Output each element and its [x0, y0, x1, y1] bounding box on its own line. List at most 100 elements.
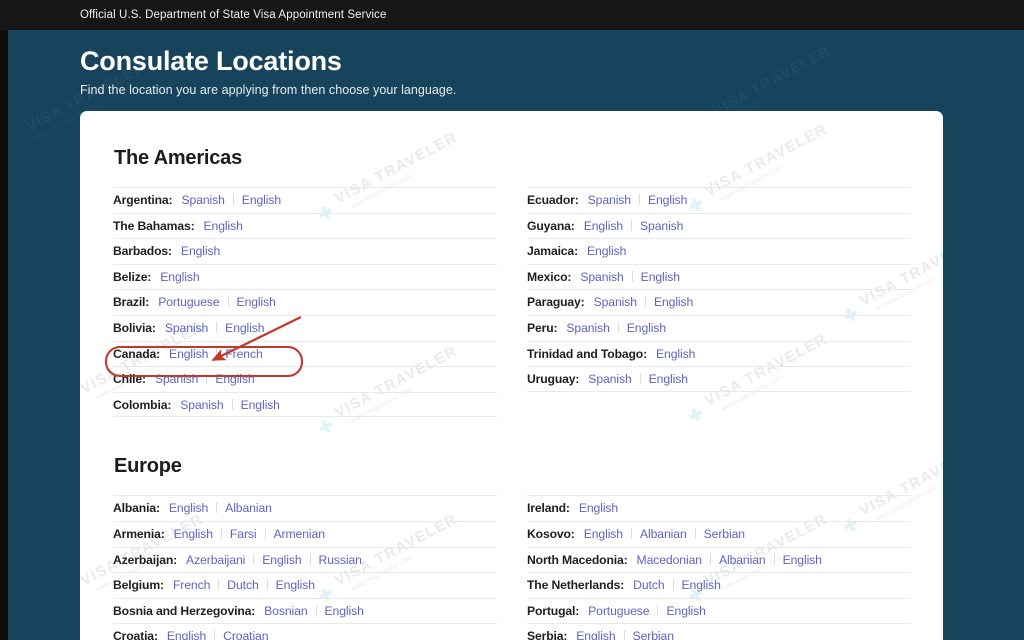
- language-link[interactable]: French: [171, 578, 218, 592]
- language-link[interactable]: English: [582, 527, 631, 541]
- language-link[interactable]: English: [574, 629, 623, 640]
- locations-card: The AmericasArgentina:SpanishEnglishThe …: [80, 111, 943, 640]
- region-columns: Argentina:SpanishEnglishThe Bahamas:Engl…: [113, 187, 910, 417]
- country-row: Croatia: EnglishCroatian: [113, 623, 497, 640]
- language-link[interactable]: English: [674, 578, 729, 592]
- language-list: FrenchDutchEnglish: [171, 578, 323, 592]
- language-list: BosnianEnglish: [262, 604, 372, 618]
- country-row: North Macedonia:MacedonianAlbanianEnglis…: [527, 547, 911, 573]
- language-link[interactable]: Spanish: [586, 372, 639, 386]
- language-link[interactable]: Albanian: [217, 501, 280, 515]
- language-link[interactable]: English: [158, 270, 207, 284]
- country-name: Argentina:: [113, 193, 172, 207]
- language-link[interactable]: Spanish: [564, 321, 617, 335]
- language-link[interactable]: Russian: [311, 553, 370, 567]
- language-link[interactable]: Dutch: [219, 578, 266, 592]
- language-link[interactable]: English: [775, 553, 830, 567]
- language-list: English: [654, 347, 703, 361]
- language-link[interactable]: English: [233, 398, 288, 412]
- country-name: Bolivia:: [113, 321, 156, 335]
- language-list: SpanishEnglish: [153, 372, 263, 386]
- language-link[interactable]: English: [658, 604, 713, 618]
- language-link[interactable]: Azerbaijani: [184, 553, 253, 567]
- country-name: Belize:: [113, 270, 151, 284]
- country-name: Colombia:: [113, 398, 171, 412]
- country-name: Serbia:: [527, 629, 567, 640]
- language-list: SpanishEnglish: [586, 372, 696, 386]
- language-link[interactable]: English: [167, 347, 216, 361]
- country-row: The Bahamas:English: [113, 213, 497, 239]
- language-list: SpanishEnglish: [578, 270, 688, 284]
- language-list: SpanishEnglish: [586, 193, 696, 207]
- language-link[interactable]: English: [172, 527, 221, 541]
- country-name: Ireland:: [527, 501, 570, 515]
- language-link[interactable]: Albanian: [711, 553, 774, 567]
- language-link[interactable]: Spanish: [586, 193, 639, 207]
- language-link[interactable]: Bosnian: [262, 604, 315, 618]
- country-row: Belize: English: [113, 264, 497, 290]
- country-column-right: Ireland:EnglishKosovo:EnglishAlbanianSer…: [527, 495, 911, 640]
- country-row: Armenia:EnglishFarsiArmenian: [113, 521, 497, 547]
- language-list: English: [577, 501, 626, 515]
- language-link[interactable]: Spanish: [153, 372, 206, 386]
- language-list: EnglishFrench: [167, 347, 271, 361]
- country-row: Bosnia and Herzegovina:BosnianEnglish: [113, 598, 497, 624]
- language-link[interactable]: Spanish: [163, 321, 216, 335]
- language-link[interactable]: Farsi: [222, 527, 265, 541]
- language-link[interactable]: English: [234, 193, 289, 207]
- language-list: English: [179, 244, 228, 258]
- language-link[interactable]: English: [202, 219, 251, 233]
- country-name: Croatia:: [113, 629, 158, 640]
- language-link[interactable]: English: [633, 270, 688, 284]
- language-link[interactable]: Dutch: [631, 578, 672, 592]
- language-link[interactable]: English: [179, 244, 228, 258]
- language-link[interactable]: Serbian: [696, 527, 753, 541]
- language-link[interactable]: English: [654, 347, 703, 361]
- language-link[interactable]: French: [217, 347, 270, 361]
- language-link[interactable]: English: [167, 501, 216, 515]
- language-list: MacedonianAlbanianEnglish: [635, 553, 830, 567]
- country-row: Trinidad and Tobago:English: [527, 341, 911, 367]
- language-link[interactable]: Macedonian: [635, 553, 710, 567]
- language-link[interactable]: Portuguese: [156, 295, 227, 309]
- country-row: Paraguay:SpanishEnglish: [527, 289, 911, 315]
- country-row: Albania:EnglishAlbanian: [113, 495, 497, 521]
- country-row: Jamaica: English: [527, 238, 911, 264]
- language-link[interactable]: English: [229, 295, 284, 309]
- page-title: Consulate Locations: [80, 46, 1024, 77]
- country-name: Guyana:: [527, 219, 575, 233]
- language-list: SpanishEnglish: [163, 321, 273, 335]
- language-list: English: [585, 244, 634, 258]
- language-link[interactable]: English: [268, 578, 323, 592]
- country-row: Portugal:PortugueseEnglish: [527, 598, 911, 624]
- language-link[interactable]: English: [641, 372, 696, 386]
- language-link[interactable]: Spanish: [178, 398, 231, 412]
- language-link[interactable]: Serbian: [625, 629, 682, 640]
- region-section: The AmericasArgentina:SpanishEnglishThe …: [113, 111, 910, 417]
- language-link[interactable]: English: [646, 295, 701, 309]
- country-row: Chile:SpanishEnglish: [113, 366, 497, 392]
- language-link[interactable]: English: [577, 501, 626, 515]
- language-link[interactable]: English: [619, 321, 674, 335]
- language-link[interactable]: Spanish: [632, 219, 691, 233]
- language-link[interactable]: Spanish: [179, 193, 232, 207]
- language-link[interactable]: English: [207, 372, 262, 386]
- language-link[interactable]: Spanish: [592, 295, 645, 309]
- country-column-left: Argentina:SpanishEnglishThe Bahamas:Engl…: [113, 187, 497, 417]
- language-link[interactable]: English: [640, 193, 695, 207]
- language-link[interactable]: Croatian: [215, 629, 276, 640]
- country-column-right: Ecuador:SpanishEnglishGuyana:EnglishSpan…: [527, 187, 911, 417]
- language-link[interactable]: Armenian: [266, 527, 333, 541]
- language-link[interactable]: English: [254, 553, 309, 567]
- language-link[interactable]: English: [217, 321, 272, 335]
- language-link[interactable]: Portuguese: [586, 604, 657, 618]
- language-link[interactable]: Albanian: [632, 527, 695, 541]
- page-background: VISA TRAVELER www.visatraveler.com VISA …: [8, 30, 1024, 640]
- language-link[interactable]: Spanish: [578, 270, 631, 284]
- language-link[interactable]: English: [165, 629, 214, 640]
- country-name: Jamaica:: [527, 244, 578, 258]
- country-row: Guyana: EnglishSpanish: [527, 213, 911, 239]
- language-link[interactable]: English: [585, 244, 634, 258]
- language-link[interactable]: English: [317, 604, 372, 618]
- language-link[interactable]: English: [582, 219, 631, 233]
